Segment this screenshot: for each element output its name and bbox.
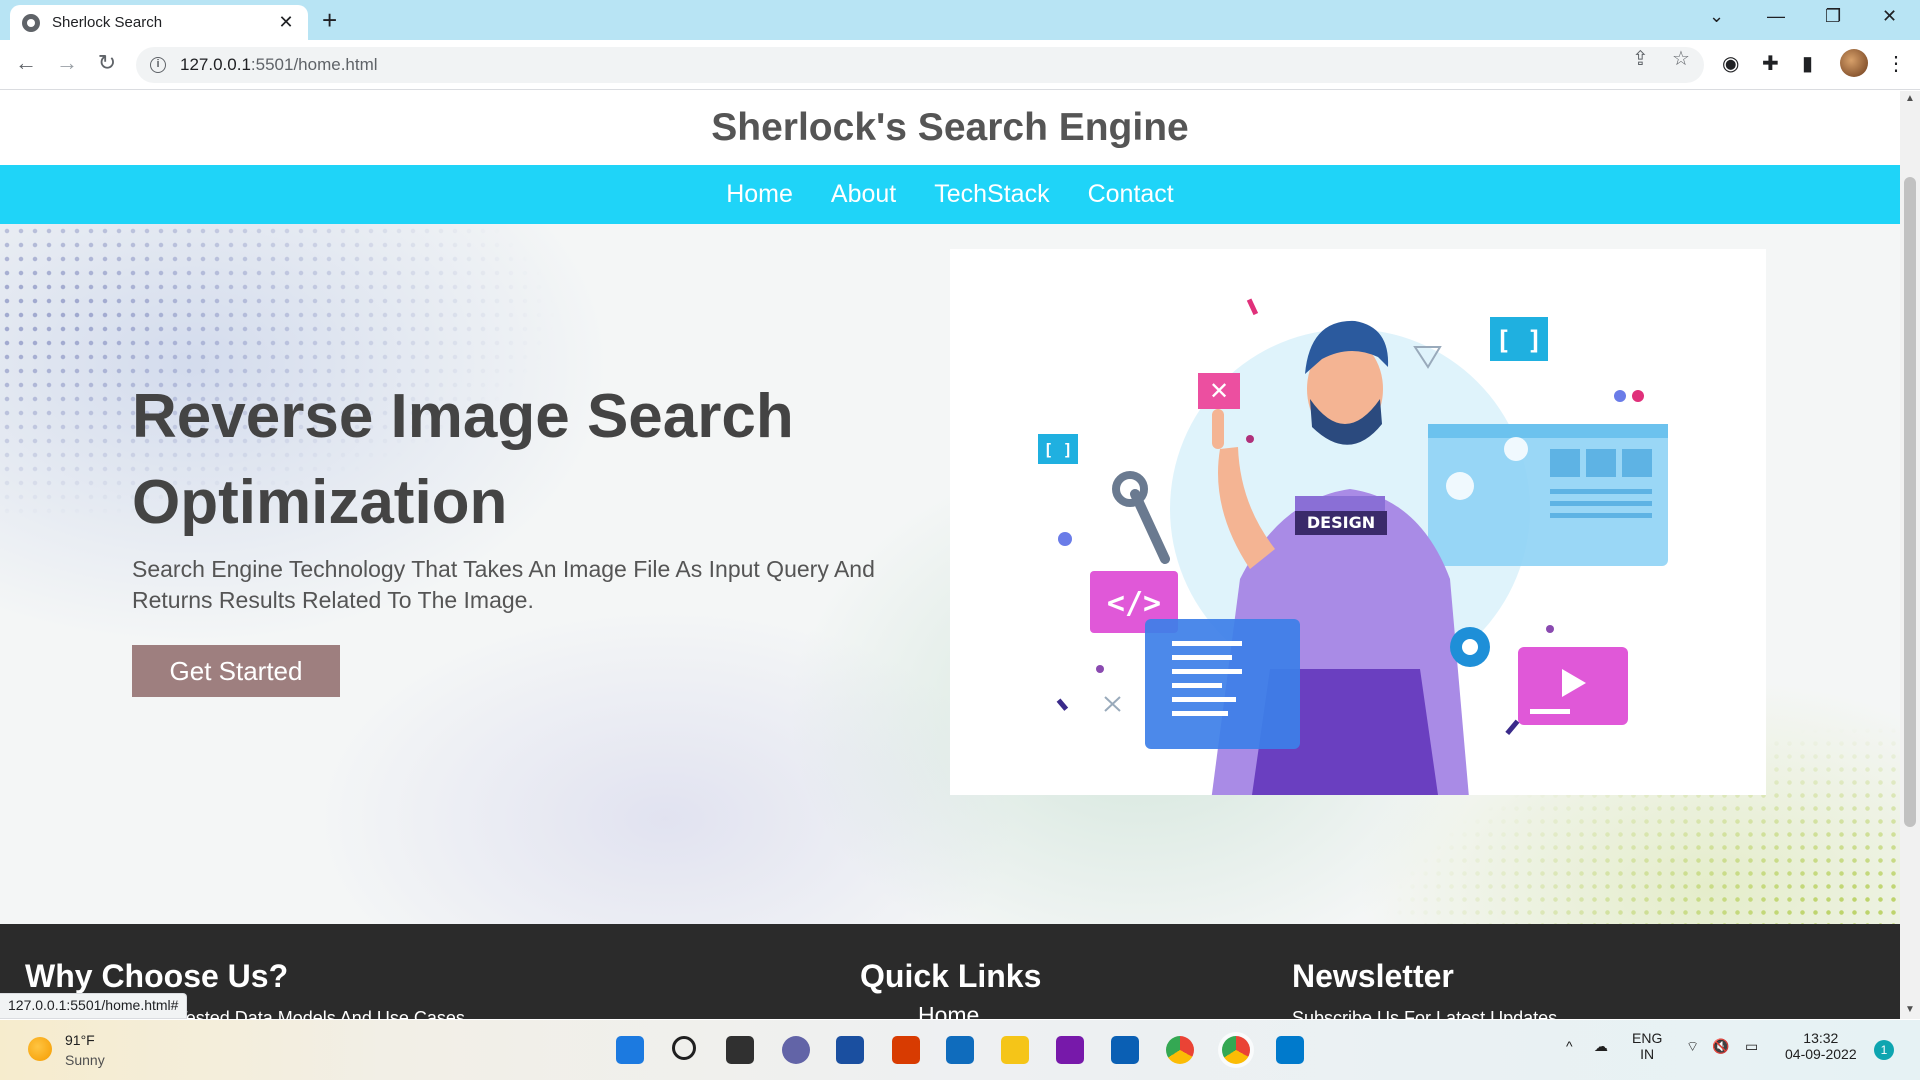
- svg-text:[ ]: [ ]: [1044, 440, 1073, 459]
- minimize-icon[interactable]: —: [1767, 6, 1785, 27]
- onenote-icon[interactable]: [1056, 1036, 1084, 1064]
- browser-tabstrip: Sherlock Search ✕ + ⌄ — ❐ ✕: [0, 0, 1920, 40]
- battery-icon[interactable]: ▭: [1745, 1038, 1758, 1055]
- newsletter-heading: Newsletter: [1292, 958, 1454, 994]
- extension-icon[interactable]: ◉: [1722, 51, 1739, 76]
- hero-illustration: [ ] [ ] ✕ DESIGN </>: [950, 249, 1766, 809]
- chrome-profile-icon[interactable]: [1222, 1036, 1250, 1064]
- office-icon[interactable]: [892, 1036, 920, 1064]
- clock[interactable]: 13:32 04-09-2022: [1785, 1030, 1857, 1062]
- get-started-button[interactable]: Get Started: [132, 645, 340, 697]
- site-title: Sherlock's Search Engine: [711, 106, 1189, 149]
- hero-section: Reverse Image Search Optimization Search…: [0, 224, 1900, 924]
- nav-home[interactable]: Home: [726, 180, 793, 209]
- forward-icon[interactable]: →: [53, 50, 81, 76]
- wifi-icon[interactable]: ⌔: [1686, 1038, 1699, 1056]
- share-icon[interactable]: ⇪: [1632, 46, 1649, 71]
- footer-link-home[interactable]: Home: [918, 1002, 979, 1019]
- nav-contact[interactable]: Contact: [1088, 180, 1174, 209]
- scrollbar-thumb[interactable]: [1904, 177, 1916, 827]
- notification-badge[interactable]: 1: [1874, 1040, 1894, 1060]
- side-panel-icon[interactable]: ▮: [1802, 51, 1813, 76]
- task-view-icon[interactable]: [726, 1036, 754, 1064]
- language-indicator[interactable]: ENG IN: [1632, 1030, 1662, 1062]
- onedrive-icon[interactable]: ☁: [1594, 1038, 1608, 1055]
- menu-kebab-icon[interactable]: ⋮: [1886, 51, 1906, 76]
- page-viewport: Sherlock's Search Engine Home About Tech…: [0, 91, 1900, 1019]
- store-icon[interactable]: [836, 1036, 864, 1064]
- weather-temperature[interactable]: 91°F: [65, 1032, 95, 1048]
- chrome-icon[interactable]: [1166, 1036, 1194, 1064]
- page-scrollbar[interactable]: ▲ ▼: [1900, 91, 1920, 1019]
- newsletter-text: Subscribe Us For Latest Updates: [1292, 1008, 1558, 1019]
- weather-description[interactable]: Sunny: [65, 1052, 105, 1068]
- back-icon[interactable]: ←: [12, 50, 40, 76]
- svg-text:</>: </>: [1107, 586, 1161, 621]
- profile-avatar[interactable]: [1840, 49, 1868, 77]
- windows-taskbar: 91°F Sunny ^ ☁ ENG IN ⌔ 🔇 ▭ 13:32 04-09-20…: [0, 1020, 1920, 1080]
- chat-icon[interactable]: [782, 1036, 810, 1064]
- bookmark-star-icon[interactable]: ☆: [1672, 46, 1690, 71]
- designer-illustration: [ ] [ ] ✕ DESIGN </>: [1038, 298, 1668, 809]
- close-tab-icon[interactable]: ✕: [276, 12, 296, 33]
- globe-icon: [22, 13, 40, 32]
- nav-about[interactable]: About: [831, 180, 896, 209]
- site-footer: Why Choose Us? ...ed & Tested Data Model…: [0, 924, 1900, 1019]
- browser-tab[interactable]: Sherlock Search ✕: [10, 5, 308, 40]
- sun-icon[interactable]: [28, 1037, 52, 1061]
- tab-title: Sherlock Search: [52, 14, 163, 31]
- puzzle-icon[interactable]: ✚: [1762, 51, 1779, 76]
- scroll-down-icon[interactable]: ▼: [1905, 1004, 1915, 1015]
- volume-muted-icon[interactable]: 🔇: [1712, 1038, 1729, 1055]
- url-text: 127.0.0.1:5501/home.html: [180, 55, 378, 74]
- svg-text:✕: ✕: [1209, 377, 1229, 405]
- design-badge-text: DESIGN: [1307, 513, 1375, 532]
- nav-techstack[interactable]: TechStack: [934, 180, 1049, 209]
- new-tab-button[interactable]: +: [322, 6, 337, 34]
- windows-start-icon[interactable]: [616, 1036, 644, 1064]
- address-bar[interactable]: i 127.0.0.1:5501/home.html: [136, 47, 1704, 83]
- svg-text:[ ]: [ ]: [1496, 326, 1543, 356]
- site-header: Sherlock's Search Engine: [0, 91, 1900, 165]
- mail-icon[interactable]: [1111, 1036, 1139, 1064]
- why-choose-us-heading: Why Choose Us?: [25, 958, 289, 994]
- scroll-up-icon[interactable]: ▲: [1905, 93, 1915, 104]
- site-info-icon[interactable]: i: [150, 57, 166, 73]
- hero-heading: Reverse Image Search Optimization: [132, 382, 794, 537]
- link-status-bubble: 127.0.0.1:5501/home.html#: [0, 993, 188, 1019]
- close-window-icon[interactable]: ✕: [1882, 6, 1897, 27]
- restore-icon[interactable]: ❐: [1825, 6, 1841, 27]
- reload-icon[interactable]: ↻: [93, 50, 121, 76]
- outlook-icon[interactable]: [946, 1036, 974, 1064]
- hero-subtitle: Search Engine Technology That Takes An I…: [132, 556, 875, 613]
- file-explorer-icon[interactable]: [1001, 1036, 1029, 1064]
- search-icon[interactable]: [672, 1036, 696, 1060]
- tray-chevron-icon[interactable]: ^: [1566, 1038, 1573, 1054]
- tab-search-icon[interactable]: ⌄: [1709, 6, 1724, 27]
- quick-links-heading: Quick Links: [860, 958, 1042, 994]
- vscode-icon[interactable]: [1276, 1036, 1304, 1064]
- site-nav: Home About TechStack Contact: [0, 165, 1900, 224]
- browser-toolbar: ← → ↻ i 127.0.0.1:5501/home.html ⇪ ☆ ◉ ✚…: [0, 40, 1920, 90]
